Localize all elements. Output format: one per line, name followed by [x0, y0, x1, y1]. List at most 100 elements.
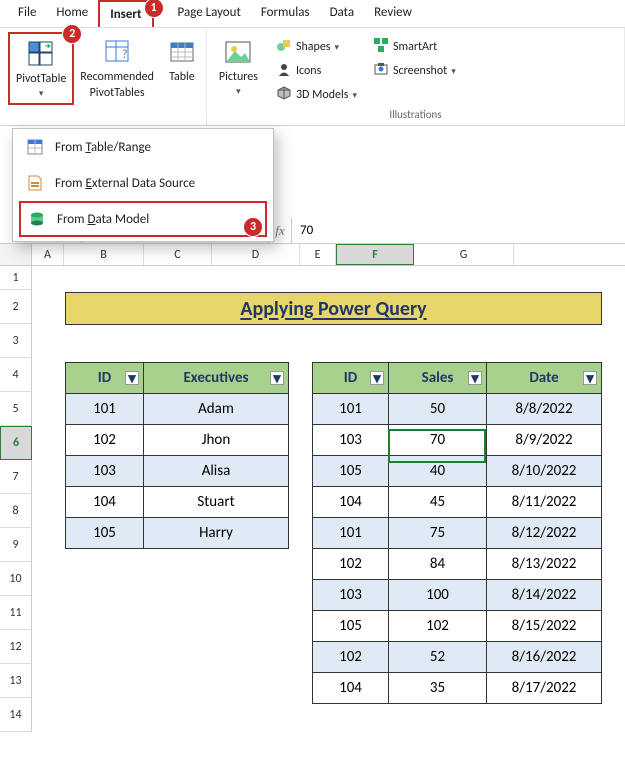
- dd-from-table-range[interactable]: From Table/Range: [13, 129, 273, 165]
- row-header-4[interactable]: 4: [0, 358, 32, 392]
- row-header-13[interactable]: 13: [0, 664, 32, 698]
- row-header-2[interactable]: 2: [0, 290, 32, 324]
- table-cell[interactable]: 52: [389, 642, 487, 673]
- table-cell[interactable]: 35: [389, 673, 487, 704]
- table-cell[interactable]: 100: [389, 580, 487, 611]
- col-D[interactable]: D: [212, 244, 300, 265]
- select-all-corner[interactable]: [0, 244, 32, 265]
- table-icon: [166, 36, 198, 68]
- table-cell[interactable]: 8/11/2022: [487, 487, 602, 518]
- chevron-down-icon: ▾: [236, 86, 241, 97]
- table-cell[interactable]: Alisa: [144, 456, 289, 487]
- row-header-11[interactable]: 11: [0, 596, 32, 630]
- table-cell[interactable]: 75: [389, 518, 487, 549]
- table-cell[interactable]: 105: [66, 518, 144, 549]
- menu-pagelayout[interactable]: Page Layout: [168, 0, 251, 27]
- table-cell[interactable]: 102: [66, 425, 144, 456]
- table-cell[interactable]: 101: [313, 394, 389, 425]
- col-A[interactable]: A: [32, 244, 64, 265]
- table-cell[interactable]: 105: [313, 456, 389, 487]
- table-cell[interactable]: 84: [389, 549, 487, 580]
- table-cell[interactable]: Adam: [144, 394, 289, 425]
- table-cell[interactable]: 8/12/2022: [487, 518, 602, 549]
- table-cell[interactable]: 8/14/2022: [487, 580, 602, 611]
- menu-review[interactable]: Review: [364, 0, 422, 27]
- table-cell[interactable]: 8/13/2022: [487, 549, 602, 580]
- filter-icon[interactable]: ▾: [370, 371, 384, 385]
- table-cell[interactable]: 101: [313, 518, 389, 549]
- row-header-10[interactable]: 10: [0, 562, 32, 596]
- formula-bar[interactable]: 70: [292, 218, 625, 243]
- table-cell[interactable]: 104: [313, 673, 389, 704]
- table-cell[interactable]: 105: [313, 611, 389, 642]
- table-cell[interactable]: Stuart: [144, 487, 289, 518]
- table-cell[interactable]: 102: [313, 549, 389, 580]
- pictures-button[interactable]: Pictures ▾: [213, 32, 264, 101]
- table-cell[interactable]: 40: [389, 456, 487, 487]
- shapes-button[interactable]: Shapes ▾: [272, 36, 361, 58]
- pivottable-icon: [25, 38, 57, 70]
- menu-insert[interactable]: Insert 1: [98, 0, 153, 27]
- t1-h-exec[interactable]: Executives▾: [144, 363, 289, 394]
- screenshot-button[interactable]: Screenshot ▾: [369, 60, 460, 82]
- table-cell[interactable]: 104: [313, 487, 389, 518]
- menu-home[interactable]: Home: [46, 0, 98, 27]
- table-cell[interactable]: 104: [66, 487, 144, 518]
- table-cell[interactable]: Harry: [144, 518, 289, 549]
- table-cell[interactable]: 8/16/2022: [487, 642, 602, 673]
- recommended-pivottables-button[interactable]: ? Recommended PivotTables: [74, 32, 160, 104]
- menu-data[interactable]: Data: [320, 0, 365, 27]
- table-cell[interactable]: 8/15/2022: [487, 611, 602, 642]
- column-headers: A B C D E F G: [0, 244, 625, 266]
- table-cell[interactable]: 103: [313, 580, 389, 611]
- menu-file[interactable]: File: [8, 0, 46, 27]
- row-header-8[interactable]: 8: [0, 494, 32, 528]
- dd-from-external[interactable]: From External Data Source: [13, 165, 273, 201]
- t2-h-date[interactable]: Date▾: [487, 363, 602, 394]
- row-header-14[interactable]: 14: [0, 698, 32, 732]
- table-cell[interactable]: 8/10/2022: [487, 456, 602, 487]
- table-cell[interactable]: 70: [389, 425, 487, 456]
- t2-h-id[interactable]: ID▾: [313, 363, 389, 394]
- table-cell[interactable]: 103: [66, 456, 144, 487]
- dd-from-data-model[interactable]: From Data Model: [19, 201, 267, 237]
- table-cell[interactable]: 8/17/2022: [487, 673, 602, 704]
- table-cell[interactable]: 103: [313, 425, 389, 456]
- smartart-button[interactable]: SmartArt: [369, 36, 460, 58]
- col-C[interactable]: C: [144, 244, 212, 265]
- table-cell[interactable]: 101: [66, 394, 144, 425]
- table-button[interactable]: Table: [160, 32, 204, 88]
- 3dmodels-button[interactable]: 3D Models ▾: [272, 84, 361, 106]
- table-cell[interactable]: 50: [389, 394, 487, 425]
- recommended-label1: Recommended: [80, 70, 154, 84]
- table-cell[interactable]: 102: [313, 642, 389, 673]
- row-header-5[interactable]: 5: [0, 392, 32, 426]
- col-F[interactable]: F: [336, 244, 414, 265]
- table-cell[interactable]: 8/8/2022: [487, 394, 602, 425]
- col-G[interactable]: G: [414, 244, 514, 265]
- table-cell[interactable]: 8/9/2022: [487, 425, 602, 456]
- svg-text:?: ?: [122, 48, 128, 62]
- row-header-7[interactable]: 7: [0, 460, 32, 494]
- row-header-12[interactable]: 12: [0, 630, 32, 664]
- filter-icon[interactable]: ▾: [468, 371, 482, 385]
- row-header-9[interactable]: 9: [0, 528, 32, 562]
- table-cell[interactable]: 102: [389, 611, 487, 642]
- menu-formulas[interactable]: Formulas: [251, 0, 320, 27]
- row-header-1[interactable]: 1: [0, 266, 32, 290]
- shapes-icon: [276, 37, 292, 57]
- row-header-6[interactable]: 6: [0, 426, 32, 460]
- table-cell[interactable]: 45: [389, 487, 487, 518]
- t1-h-id[interactable]: ID▾: [66, 363, 144, 394]
- filter-icon[interactable]: ▾: [583, 371, 597, 385]
- col-B[interactable]: B: [64, 244, 144, 265]
- row-header-3[interactable]: 3: [0, 324, 32, 358]
- table-cell[interactable]: Jhon: [144, 425, 289, 456]
- col-E[interactable]: E: [300, 244, 336, 265]
- pivottable-button[interactable]: PivotTable ▾ 2: [8, 32, 74, 105]
- t2-h-sales[interactable]: Sales▾: [389, 363, 487, 394]
- filter-icon[interactable]: ▾: [270, 371, 284, 385]
- col-rest[interactable]: [514, 244, 625, 265]
- filter-icon[interactable]: ▾: [125, 371, 139, 385]
- icons-button[interactable]: Icons: [272, 60, 361, 82]
